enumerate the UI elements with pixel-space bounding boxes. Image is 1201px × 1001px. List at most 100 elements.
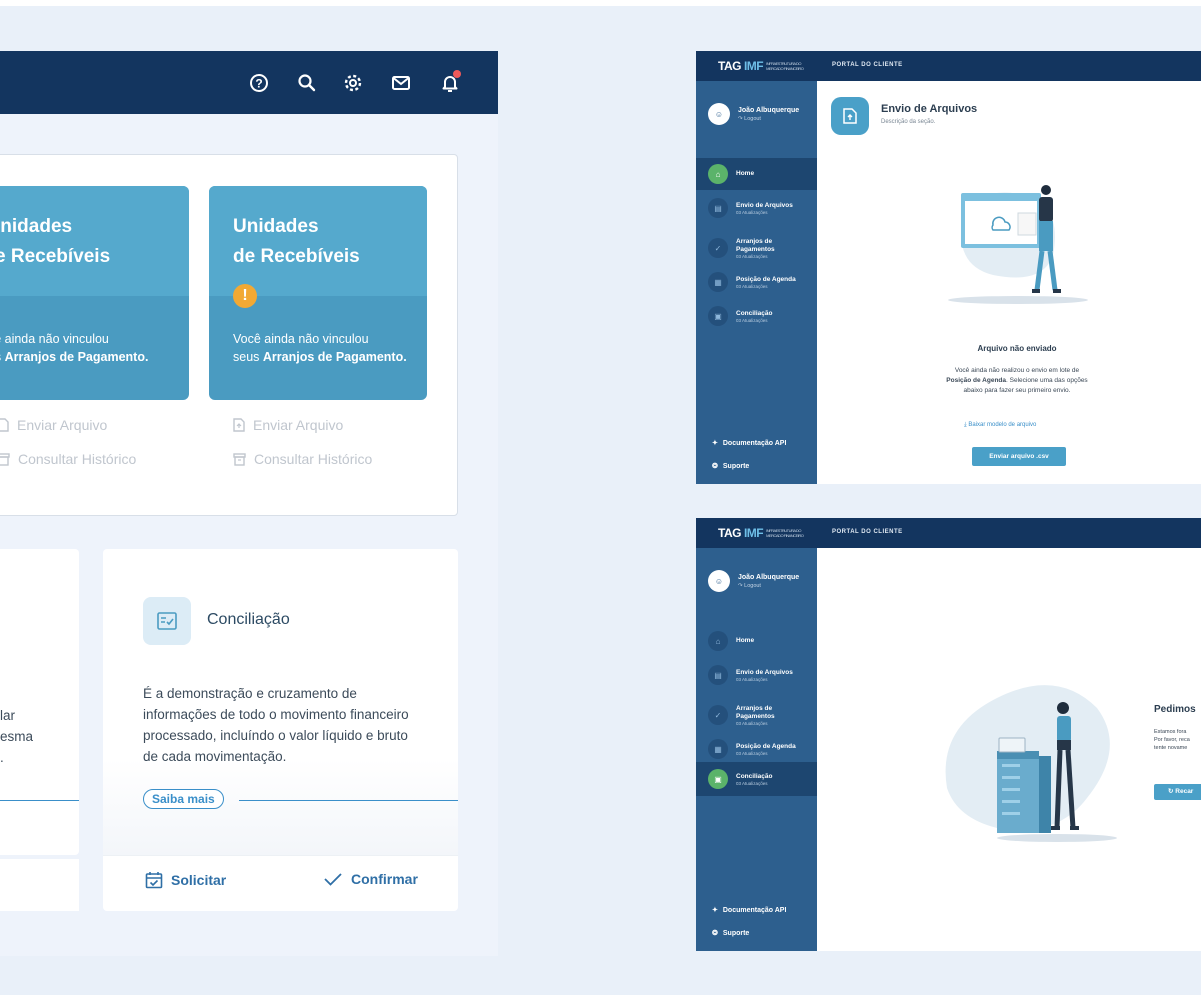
file-upload-icon [831, 97, 869, 135]
reconciliation-icon: ▣ [708, 769, 728, 789]
sidebar-item-home[interactable]: ⌂ Home [696, 158, 817, 190]
sidebar-label: Arranjos de Pagamentos [736, 237, 775, 253]
solicitar-button[interactable]: Solicitar [145, 871, 226, 889]
support-link[interactable]: ❂ Suporte [712, 929, 749, 938]
reconciliation-icon: ▣ [708, 306, 728, 326]
sidebar-sub: 03 Atualizações [736, 676, 768, 682]
documentation-api-link[interactable]: ✦ Documentação API [712, 439, 786, 448]
canvas-background: ? Inidades e Recebíveis ainda não vincul… [0, 6, 1201, 995]
documentation-api-link[interactable]: ✦ Documentação API [712, 906, 786, 915]
sidebar-sub: 03 Atualizações [736, 780, 768, 786]
home-icon: ⌂ [708, 164, 728, 184]
sidebar-sub: 03 Atualizações [736, 283, 768, 289]
sidebar-label: Posição de Agenda [736, 742, 796, 750]
divider [239, 800, 458, 801]
file-icon: ▤ [708, 198, 728, 218]
agenda-icon: ▦ [708, 739, 728, 759]
sidebar-item-posicao[interactable]: ▦ Posição de Agenda 03 Atualizações [696, 733, 817, 765]
sidebar-item-arranjos[interactable]: ✓ Arranjos de Pagamentos 03 Atualizações [696, 229, 817, 267]
receivables-unit-left: Inidades e Recebíveis ! ocê ainda não vi… [0, 186, 189, 400]
download-template-link[interactable]: ⤓ Baixar modelo de arquivo [964, 422, 1036, 429]
sidebar-sub: 03 Atualizações [736, 750, 768, 756]
payments-icon: ✓ [708, 238, 728, 258]
partial-card-text: lar esma . [0, 708, 34, 765]
server-illustration [945, 685, 1117, 842]
sidebar-label: Envio de Arquivos [736, 201, 793, 209]
gear-icon[interactable] [340, 70, 366, 96]
send-file-label: Enviar Arquivo [253, 417, 344, 433]
portal-main: Pedimos Estamos fora Por favor, reca ten… [817, 548, 1201, 951]
conciliacao-title: Conciliação [207, 611, 290, 628]
tag-imf-logo: TAG IMF INFRAESTRUTURA DO MERCADO FINANCE… [718, 59, 804, 73]
sidebar-item-envio[interactable]: ▤ Envio de Arquivos 03 Atualizações [696, 192, 817, 224]
archive-icon [0, 452, 10, 466]
sidebar-item-conciliacao[interactable]: ▣ Conciliação 03 Atualizações [696, 762, 817, 796]
download-icon: ⤓ [964, 422, 967, 428]
portal-main: Envio de Arquivos Descrição da seção. Ar… [817, 81, 1201, 484]
sidebar-sub: 03 Atualizações [736, 253, 768, 259]
reload-icon: ↻ [1168, 788, 1174, 795]
saiba-mais-button[interactable]: Saiba mais [143, 789, 224, 809]
bell-icon[interactable] [437, 70, 463, 96]
check-icon [324, 873, 342, 886]
partial-card: lar esma . [0, 549, 79, 855]
receivables-card: Inidades e Recebíveis ! ocê ainda não vi… [0, 154, 458, 516]
reload-button[interactable]: ↻ Recar [1154, 784, 1201, 800]
conciliacao-card: Conciliação É a demonstração e cruzament… [103, 549, 458, 911]
confirmar-button[interactable]: Confirmar [323, 871, 418, 887]
send-file-link[interactable]: Enviar Arquivo [233, 417, 343, 433]
payments-icon: ✓ [708, 705, 728, 725]
sidebar-item-home[interactable]: ⌂ Home [696, 625, 817, 657]
portal-header: TAG IMF INFRAESTRUTURA DO MERCADO FINANCE… [696, 51, 1201, 81]
send-csv-button[interactable]: Enviar arquivo .csv [972, 447, 1066, 466]
sidebar-label: Arranjos de Pagamentos [736, 704, 775, 720]
portal-sidebar: ☺ João Albuquerque ↷ Logout ⌂ Home ▤ Env… [696, 548, 817, 951]
portal-header: TAG IMF INFRAESTRUTURA DO MERCADO FINANCE… [696, 518, 1201, 548]
section-title: Envio de Arquivos [881, 103, 978, 115]
error-title: Pedimos [1154, 704, 1196, 715]
user-icon: ☺ [708, 570, 730, 592]
logout-link[interactable]: ↷ Logout [738, 583, 799, 589]
send-file-label: Enviar Arquivo [17, 417, 108, 433]
archive-icon [233, 452, 246, 466]
help-icon[interactable]: ? [246, 70, 272, 96]
warning-icon: ! [233, 284, 257, 308]
agenda-icon: ▦ [708, 272, 728, 292]
unit-title: Inidades e Recebíveis [0, 216, 111, 267]
home-icon: ⌂ [708, 631, 728, 651]
sidebar-item-posicao[interactable]: ▦ Posição de Agenda 03 Atualizações [696, 266, 817, 298]
top-bar: ? [0, 51, 498, 114]
sidebar-label: Conciliação [736, 309, 773, 317]
search-icon[interactable] [294, 70, 320, 96]
logout-link[interactable]: ↷ Logout [738, 116, 799, 122]
sidebar-item-arranjos[interactable]: ✓ Arranjos de Pagamentos 03 Atualizações [696, 696, 817, 734]
status-message: Você ainda não realizou o envio em lote … [946, 367, 1088, 394]
user-profile[interactable]: ☺ João Albuquerque ↷ Logout [708, 103, 799, 125]
send-file-link[interactable]: Enviar Arquivo [0, 417, 107, 433]
portal-title: PORTAL DO CLIENTE [832, 62, 903, 68]
history-link[interactable]: Consultar Histórico [0, 451, 136, 467]
user-profile[interactable]: ☺ João Albuquerque ↷ Logout [708, 570, 799, 592]
support-link[interactable]: ❂ Suporte [712, 462, 749, 471]
history-link[interactable]: Consultar Histórico [233, 451, 372, 467]
reconciliation-icon [143, 597, 191, 645]
status-title: Arquivo não enviado [977, 344, 1057, 353]
notification-badge [453, 70, 461, 78]
sidebar-sub: 03 Atualizações [736, 720, 768, 726]
mail-icon[interactable] [388, 70, 414, 96]
section-subtitle: Descrição da seção. [881, 119, 936, 125]
file-icon: ▤ [708, 665, 728, 685]
sidebar-label: Home [736, 170, 755, 177]
support-icon: ❂ [712, 930, 718, 937]
sidebar-item-envio[interactable]: ▤ Envio de Arquivos 03 Atualizações [696, 659, 817, 691]
receivables-unit-right: Unidades de Recebíveis ! Você ainda não … [209, 186, 427, 400]
tag-imf-logo: TAG IMF INFRAESTRUTURA DO MERCADO FINANCE… [718, 526, 804, 540]
sidebar-sub: 03 Atualizações [736, 317, 768, 323]
sidebar-label: Home [736, 637, 755, 644]
file-upload-icon [233, 418, 245, 432]
unit-message: Você ainda não vinculou seus Arranjos de… [233, 332, 407, 364]
sidebar-item-conciliacao[interactable]: ▣ Conciliação 03 Atualizações [696, 300, 817, 332]
sidebar-label: Envio de Arquivos [736, 668, 793, 676]
support-icon: ❂ [712, 463, 718, 470]
history-label: Consultar Histórico [18, 451, 137, 467]
